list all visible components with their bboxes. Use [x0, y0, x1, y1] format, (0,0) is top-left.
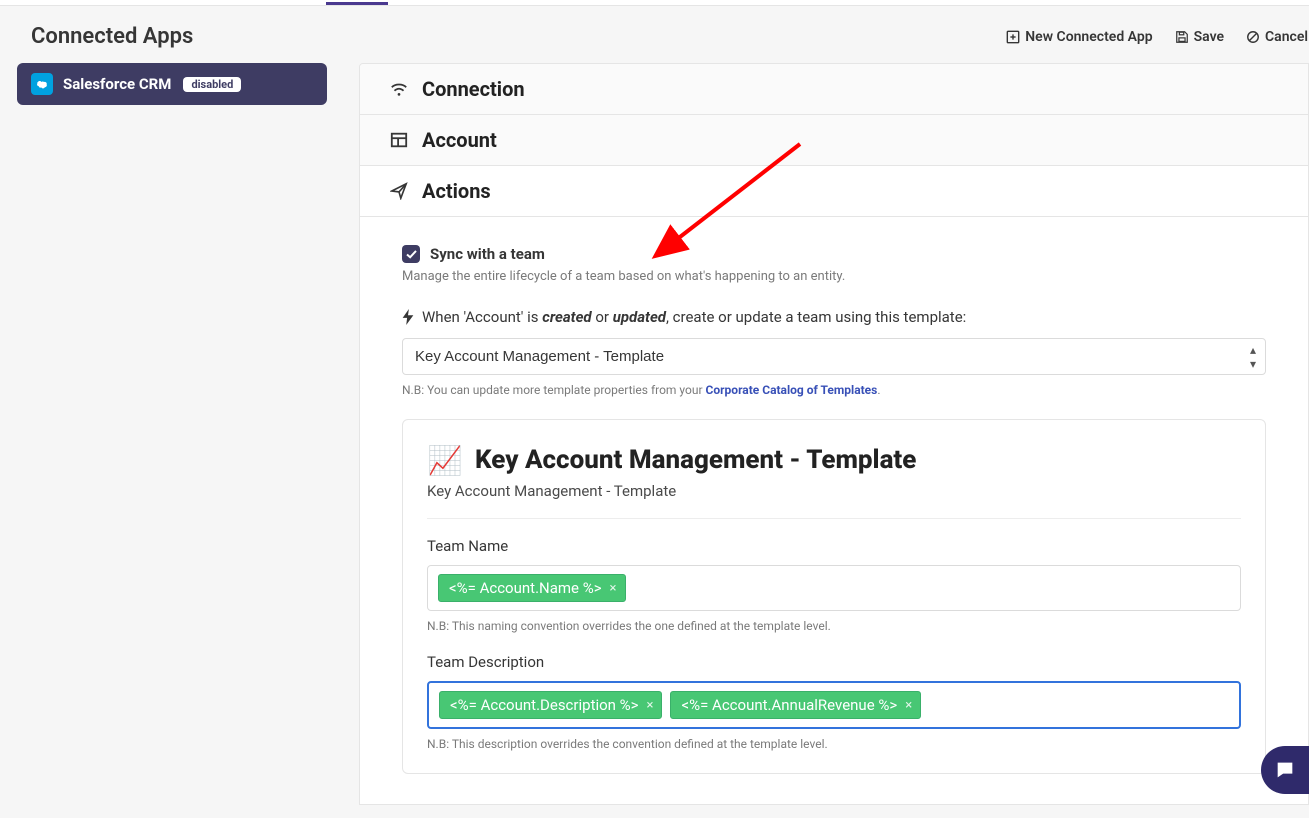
sidebar-item-label: Salesforce CRM — [63, 75, 171, 93]
header-actions: New Connected App Save Cancel — [1006, 29, 1309, 45]
template-card: 📈 Key Account Management - Template Key … — [402, 419, 1266, 774]
team-desc-label: Team Description — [427, 653, 1241, 671]
bolt-icon — [402, 309, 414, 325]
table-icon — [390, 131, 408, 149]
rule-line: When 'Account' is created or updated, cr… — [402, 308, 1266, 326]
token-account-name[interactable]: <%= Account.Name %> × — [438, 574, 626, 602]
rule-or: or — [592, 308, 613, 326]
template-nb: N.B: You can update more template proper… — [402, 383, 1266, 397]
paper-plane-icon — [390, 182, 408, 200]
panel-account[interactable]: Account — [360, 115, 1308, 166]
team-name-label: Team Name — [427, 537, 1241, 555]
token-account-description[interactable]: <%= Account.Description %> × — [439, 691, 662, 719]
salesforce-icon — [31, 73, 53, 95]
chat-widget[interactable] — [1261, 746, 1309, 794]
token-account-annualrevenue[interactable]: <%= Account.AnnualRevenue %> × — [670, 691, 921, 719]
panel-account-title: Account — [422, 128, 497, 152]
save-label: Save — [1194, 29, 1224, 45]
sidebar-item-salesforce-crm[interactable]: Salesforce CRM disabled — [17, 63, 327, 105]
check-icon — [406, 250, 417, 259]
status-badge: disabled — [183, 77, 241, 92]
page-title: Connected Apps — [31, 24, 193, 49]
template-card-title: Key Account Management - Template — [475, 445, 916, 475]
rule-created: created — [542, 308, 591, 326]
panel-actions-title: Actions — [422, 179, 491, 203]
team-desc-nb: N.B: This description overrides the conv… — [427, 737, 1241, 751]
rule-prefix: When 'Account' is — [422, 308, 542, 326]
save-icon — [1175, 30, 1189, 44]
template-select[interactable]: Key Account Management - Template — [402, 338, 1266, 375]
sidebar: Salesforce CRM disabled — [17, 63, 327, 105]
cancel-label: Cancel — [1265, 29, 1308, 45]
sync-checkbox-help: Manage the entire lifecycle of a team ba… — [402, 269, 1266, 284]
top-tab-bar — [0, 0, 1309, 6]
panel-connection[interactable]: Connection — [360, 64, 1308, 115]
sync-checkbox-label: Sync with a team — [430, 245, 545, 263]
rule-suffix: , create or update a team using this tem… — [666, 308, 966, 326]
team-name-input[interactable]: <%= Account.Name %> × — [427, 565, 1241, 611]
panel-actions[interactable]: Actions — [360, 166, 1308, 217]
remove-token-icon[interactable]: × — [647, 698, 654, 713]
cancel-icon — [1246, 30, 1260, 44]
rule-updated: updated — [613, 308, 666, 326]
remove-token-icon[interactable]: × — [610, 581, 617, 596]
panel-connection-title: Connection — [422, 77, 525, 101]
new-connected-app-label: New Connected App — [1025, 29, 1152, 45]
chart-icon: 📈 — [427, 442, 463, 478]
team-desc-input[interactable]: <%= Account.Description %> × <%= Account… — [427, 681, 1241, 729]
new-connected-app-button[interactable]: New Connected App — [1006, 29, 1152, 45]
template-card-subtitle: Key Account Management - Template — [427, 482, 1241, 500]
divider — [427, 518, 1241, 519]
cancel-button[interactable]: Cancel — [1246, 29, 1308, 45]
plus-square-icon — [1006, 30, 1020, 44]
sync-checkbox[interactable] — [402, 245, 420, 263]
chat-icon — [1274, 759, 1296, 781]
remove-token-icon[interactable]: × — [905, 698, 912, 713]
catalog-link[interactable]: Corporate Catalog of Templates — [706, 383, 878, 397]
save-button[interactable]: Save — [1175, 29, 1224, 45]
main-panel: Connection Account Actions Sync with a t… — [359, 63, 1309, 805]
template-select-wrap: Key Account Management - Template ▴▾ — [402, 338, 1266, 375]
team-name-nb: N.B: This naming convention overrides th… — [427, 619, 1241, 633]
actions-body: Sync with a team Manage the entire lifec… — [360, 217, 1308, 804]
wifi-icon — [390, 80, 408, 98]
